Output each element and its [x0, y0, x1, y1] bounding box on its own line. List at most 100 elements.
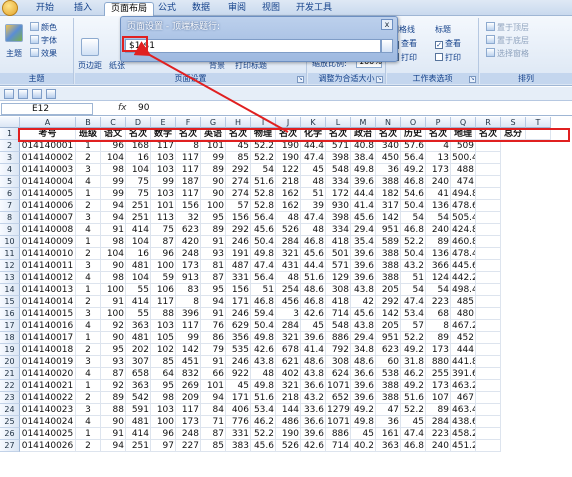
table-cell[interactable]: 4 — [76, 320, 101, 332]
table-cell[interactable]: 51.6 — [301, 272, 326, 284]
column-header-t[interactable]: T — [526, 117, 551, 128]
selection-pane-button[interactable]: 选择窗格 — [486, 48, 529, 59]
table-cell[interactable]: 49.2 — [401, 164, 426, 176]
table-cell[interactable]: 951 — [376, 224, 401, 236]
table-cell[interactable]: 1279 — [326, 404, 351, 416]
table-cell[interactable]: 104 — [126, 164, 151, 176]
table-cell[interactable]: 363 — [126, 380, 151, 392]
table-cell[interactable]: 36.6 — [351, 368, 376, 380]
table-cell[interactable]: 832 — [176, 368, 201, 380]
table-cell[interactable]: 182 — [376, 188, 401, 200]
table-cell[interactable]: 414 — [126, 224, 151, 236]
table-cell[interactable]: 90 — [101, 416, 126, 428]
table-cell[interactable]: 418 — [326, 236, 351, 248]
table-cell[interactable]: 85 — [201, 440, 226, 452]
table-cell[interactable] — [476, 404, 501, 416]
table-cell[interactable]: 420 — [176, 236, 201, 248]
table-cell[interactable] — [476, 308, 501, 320]
table-cell[interactable]: 445.6 — [451, 260, 476, 272]
table-cell[interactable]: 500.4 — [451, 152, 476, 164]
table-cell[interactable]: 16 — [126, 248, 151, 260]
table-cell[interactable]: 41.4 — [351, 200, 376, 212]
table-cell[interactable]: 388 — [376, 272, 401, 284]
table-cell[interactable]: 53.4 — [251, 404, 276, 416]
table-cell[interactable]: 463.2 — [451, 380, 476, 392]
table-cell[interactable]: 59.4 — [251, 308, 276, 320]
header-cell[interactable]: 英语 — [201, 128, 226, 140]
table-cell[interactable]: 36 — [376, 416, 401, 428]
table-cell[interactable]: 1 — [76, 428, 101, 440]
table-cell[interactable]: 205 — [376, 284, 401, 296]
table-cell[interactable]: 240 — [426, 176, 451, 188]
table-cell[interactable]: 29.4 — [351, 224, 376, 236]
table-cell[interactable]: 45 — [301, 164, 326, 176]
row-header[interactable]: 2 — [0, 140, 20, 152]
table-cell[interactable]: 334 — [326, 176, 351, 188]
header-cell[interactable]: 考号 — [20, 128, 76, 140]
table-cell[interactable]: 714 — [326, 308, 351, 320]
table-cell[interactable]: 172 — [326, 188, 351, 200]
table-cell[interactable]: 1 — [76, 188, 101, 200]
header-cell[interactable]: 名次 — [276, 128, 301, 140]
table-cell[interactable]: 76 — [201, 320, 226, 332]
table-cell[interactable]: 1 — [76, 140, 101, 152]
table-cell[interactable]: 89 — [426, 332, 451, 344]
table-cell[interactable]: 8 — [176, 296, 201, 308]
table-cell[interactable]: 418 — [326, 296, 351, 308]
table-cell[interactable]: 101 — [201, 140, 226, 152]
table-cell[interactable]: 388 — [376, 392, 401, 404]
table-cell[interactable]: 014140013 — [20, 284, 76, 296]
table-cell[interactable]: 49.8 — [351, 164, 376, 176]
table-cell[interactable]: 98 — [151, 392, 176, 404]
fx-icon[interactable]: fx — [118, 103, 127, 113]
header-cell[interactable]: 语文 — [101, 128, 126, 140]
column-header-m[interactable]: M — [351, 117, 376, 128]
office-button[interactable] — [2, 0, 18, 16]
table-cell[interactable]: 014140003 — [20, 164, 76, 176]
table-cell[interactable]: 52.8 — [251, 200, 276, 212]
table-cell[interactable]: 89 — [101, 392, 126, 404]
table-cell[interactable]: 45 — [351, 428, 376, 440]
table-cell[interactable]: 55 — [126, 284, 151, 296]
table-cell[interactable] — [476, 140, 501, 152]
row-header[interactable]: 3 — [0, 152, 20, 164]
header-cell[interactable]: 名次 — [376, 128, 401, 140]
table-cell[interactable]: 4 — [76, 272, 101, 284]
table-cell[interactable]: 173 — [426, 344, 451, 356]
table-cell[interactable]: 56.4 — [251, 272, 276, 284]
table-cell[interactable]: 89 — [201, 224, 226, 236]
table-cell[interactable]: 100 — [101, 284, 126, 296]
table-cell[interactable]: 48 — [276, 212, 301, 224]
table-cell[interactable]: 501 — [326, 248, 351, 260]
table-cell[interactable] — [476, 152, 501, 164]
table-cell[interactable]: 103 — [151, 188, 176, 200]
table-cell[interactable]: 162 — [276, 200, 301, 212]
header-cell[interactable] — [526, 128, 551, 140]
table-cell[interactable]: 452 — [451, 332, 476, 344]
table-cell[interactable]: 340 — [376, 140, 401, 152]
table-cell[interactable]: 100 — [201, 200, 226, 212]
table-cell[interactable]: 014140002 — [20, 152, 76, 164]
table-cell[interactable]: 100 — [151, 260, 176, 272]
table-cell[interactable]: 101 — [151, 200, 176, 212]
table-cell[interactable]: 55 — [126, 308, 151, 320]
table-cell[interactable]: 35.4 — [351, 236, 376, 248]
formula-input[interactable]: 90 — [138, 103, 149, 113]
row-header[interactable]: 16 — [0, 308, 20, 320]
column-header-c[interactable]: C — [101, 117, 126, 128]
table-cell[interactable]: 414 — [126, 428, 151, 440]
table-cell[interactable]: 93 — [201, 248, 226, 260]
table-cell[interactable]: 60 — [376, 356, 401, 368]
table-cell[interactable]: 96 — [151, 428, 176, 440]
table-cell[interactable]: 509 — [451, 140, 476, 152]
colors-button[interactable]: 颜色 — [30, 22, 57, 33]
table-cell[interactable]: 49.8 — [251, 332, 276, 344]
table-cell[interactable]: 251 — [126, 200, 151, 212]
table-cell[interactable]: 42.6 — [301, 308, 326, 320]
header-cell[interactable]: 化学 — [301, 128, 326, 140]
table-cell[interactable]: 246 — [226, 308, 251, 320]
table-cell[interactable]: 451 — [176, 356, 201, 368]
table-cell[interactable]: 88 — [151, 308, 176, 320]
table-cell[interactable] — [476, 272, 501, 284]
table-cell[interactable]: 104 — [101, 152, 126, 164]
